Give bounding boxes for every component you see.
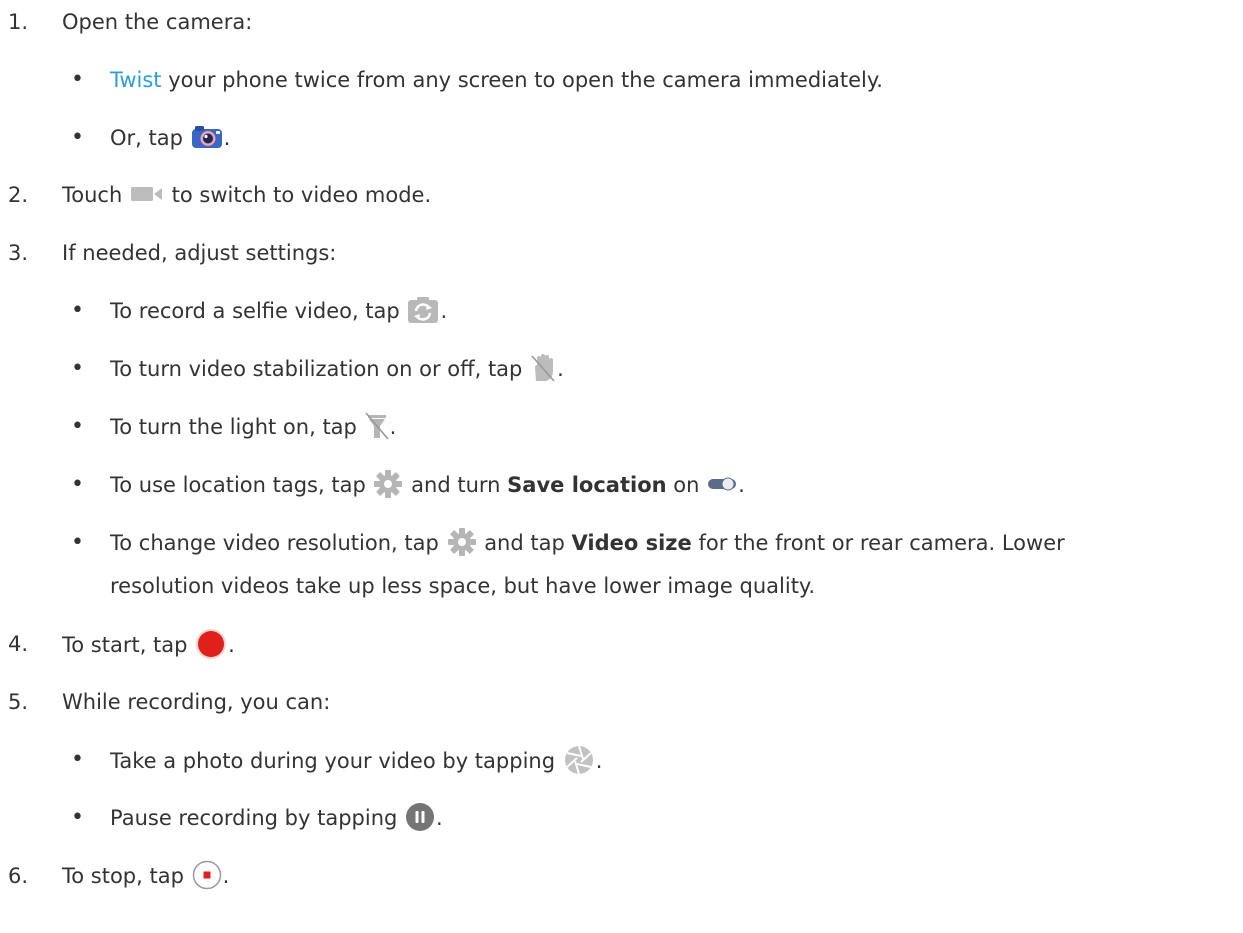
- step-5-bullet-pause: Pause recording by tapping .: [110, 802, 443, 834]
- step-3-bullet-location: To use location tags, tap and turn Save …: [110, 469, 745, 501]
- step-4-number: 4.: [8, 632, 29, 656]
- bullet: •: [71, 125, 84, 150]
- shutter-icon: [563, 744, 595, 776]
- bullet: •: [71, 414, 84, 439]
- bullet: •: [71, 298, 84, 323]
- bullet: •: [71, 530, 84, 555]
- twist-link[interactable]: Twist: [110, 68, 162, 92]
- bullet: •: [71, 747, 84, 772]
- step-1-number: 1.: [8, 10, 29, 34]
- video-size-label: Video size: [571, 531, 692, 555]
- step-1-bullet-tap: Or, tap .: [110, 125, 231, 150]
- bullet: •: [71, 67, 84, 92]
- flash-off-icon: [364, 412, 389, 440]
- step-5-text: While recording, you can:: [62, 690, 331, 714]
- step-2-text: Touch to switch to video mode.: [62, 183, 432, 207]
- camera-app-icon: [191, 125, 223, 149]
- video-mode-icon: [130, 185, 164, 203]
- step-5-bullet-photo: Take a photo during your video by tappin…: [110, 744, 602, 778]
- save-location-label: Save location: [507, 473, 667, 497]
- step-6-number: 6.: [8, 864, 29, 888]
- bullet: •: [71, 472, 84, 497]
- settings-gear-icon: [373, 469, 403, 499]
- step-3-text: If needed, adjust settings:: [62, 241, 337, 265]
- toggle-switch-icon: [707, 476, 737, 492]
- stop-button-icon: [192, 860, 222, 890]
- step-3-bullet-light: To turn the light on, tap .: [110, 412, 396, 442]
- step-2-number: 2.: [8, 183, 29, 207]
- step-3-number: 3.: [8, 241, 29, 265]
- step-3-bullet-resolution: To change video resolution, tap and tap …: [110, 527, 1065, 559]
- step-6-text: To stop, tap .: [62, 860, 229, 892]
- record-button-icon: [195, 628, 227, 660]
- step-3-bullet-selfie: To record a selfie video, tap .: [110, 297, 447, 326]
- step-3-bullet-stabilization: To turn video stabilization on or off, t…: [110, 353, 564, 385]
- stabilization-hand-icon: [530, 353, 556, 383]
- pause-button-icon: [405, 802, 435, 832]
- bullet: •: [71, 356, 84, 381]
- step-4-text: To start, tap .: [62, 628, 235, 662]
- step-1-text: Open the camera:: [62, 10, 253, 34]
- step-5-number: 5.: [8, 690, 29, 714]
- step-3-bullet-resolution-line2: resolution videos take up less space, bu…: [110, 574, 816, 598]
- settings-gear-icon: [447, 527, 477, 557]
- step-1-bullet-twist: Twist your phone twice from any screen t…: [110, 66, 883, 94]
- bullet: •: [71, 805, 84, 830]
- switch-camera-icon: [407, 296, 439, 324]
- twist-text: your phone twice from any screen to open…: [168, 68, 883, 92]
